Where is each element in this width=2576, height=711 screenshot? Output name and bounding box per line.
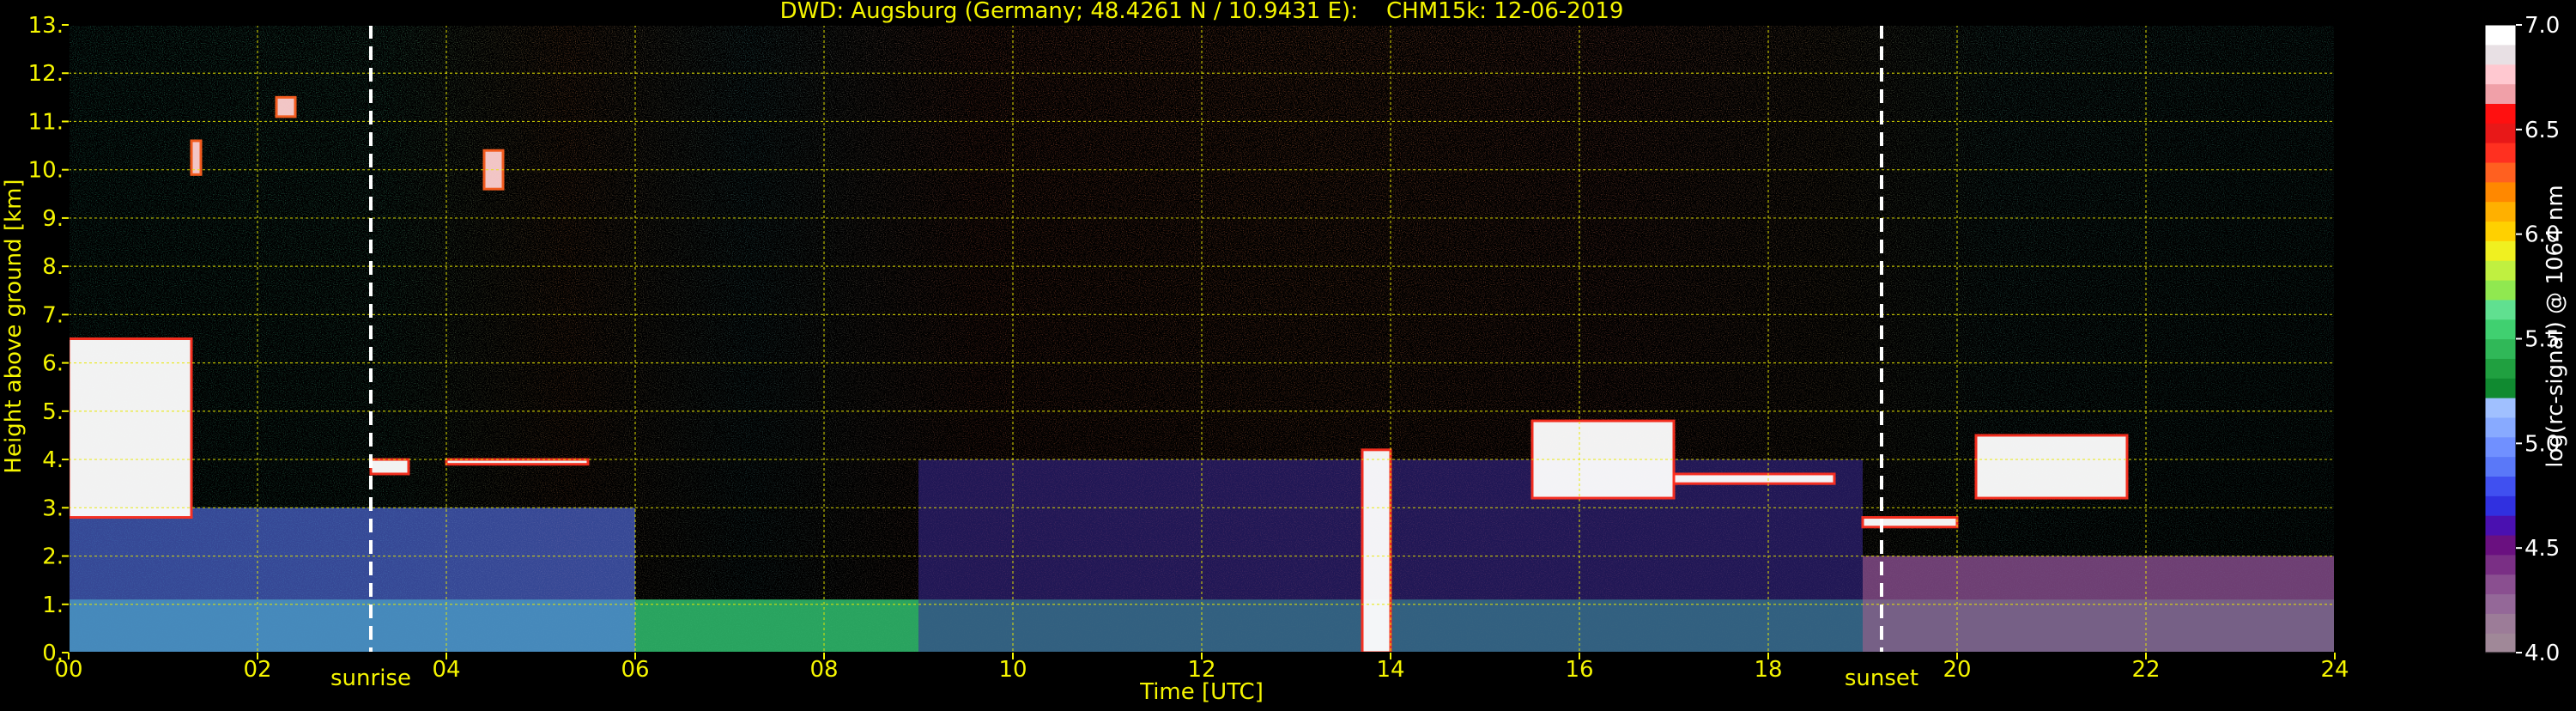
- x-tick-label: 16: [1565, 657, 1593, 683]
- y-tick-label: 7.: [42, 302, 64, 328]
- x-tick-label: 06: [621, 657, 649, 683]
- colorbar-segment: [2485, 515, 2516, 536]
- x-tick-label: 14: [1376, 657, 1404, 683]
- colorbar-segment: [2485, 338, 2516, 359]
- y-tick-label: 6.: [42, 351, 64, 377]
- y-tick-label: 2.: [42, 544, 64, 570]
- colorbar-segment: [2485, 221, 2516, 241]
- colorbar-segment: [2485, 319, 2516, 340]
- colorbar-segment: [2485, 378, 2516, 398]
- colorbar-segment: [2485, 161, 2516, 183]
- y-tick-label: 0.: [42, 641, 64, 666]
- colorbar-segment: [2485, 123, 2516, 143]
- x-tick-label: 20: [1943, 657, 1971, 683]
- x-tick-label: 24: [2320, 657, 2349, 683]
- layer-cloud-9: [1361, 448, 1392, 653]
- y-tick-label: 12.: [28, 61, 64, 87]
- y-tick-label: 11.: [28, 109, 64, 135]
- y-axis-label: Height above ground [km]: [1, 179, 27, 473]
- x-tick-label: 02: [243, 657, 271, 683]
- layer-cloud-5: [445, 458, 590, 466]
- colorbar-segment: [2485, 633, 2516, 653]
- colorbar-tick-label: 4.5: [2524, 536, 2560, 562]
- colorbar-segment: [2485, 456, 2516, 477]
- colorbar-segment: [2485, 25, 2516, 46]
- colorbar-segment: [2485, 103, 2516, 124]
- colorbar-segment: [2485, 554, 2516, 575]
- layer-cirrus-8: [275, 95, 297, 118]
- y-tick-label: 8.: [42, 254, 64, 280]
- colorbar-label: log(rc-signal) @ 1064 nm: [2543, 185, 2568, 467]
- colorbar-segment: [2485, 83, 2516, 104]
- layer-cloud-11: [1672, 472, 1836, 485]
- colorbar-segment: [2485, 398, 2516, 418]
- colorbar-segment: [2485, 495, 2516, 516]
- layer-cloud-13: [1974, 434, 2129, 500]
- colorbar-tick-label: 6.5: [2524, 118, 2560, 143]
- y-tick-label: 9.: [42, 206, 64, 232]
- y-tick-label: 3.: [42, 495, 64, 521]
- colorbar-segment: [2485, 299, 2516, 320]
- colorbar-segment: [2485, 279, 2516, 301]
- x-tick-label: 04: [432, 657, 460, 683]
- colorbar-segment: [2485, 201, 2516, 222]
- x-tick-label: 22: [2131, 657, 2160, 683]
- colorbar-tick-label: 7.0: [2524, 13, 2560, 39]
- y-tick-label: 4.: [42, 447, 64, 473]
- y-tick-label: 13.: [28, 13, 64, 39]
- colorbar-segment: [2485, 260, 2516, 281]
- colorbar-segment: [2485, 476, 2516, 496]
- x-tick-label: 08: [809, 657, 838, 683]
- colorbar-segment: [2485, 416, 2516, 438]
- y-tick-label: 1.: [42, 592, 64, 618]
- colorbar-segment: [2485, 574, 2516, 595]
- y-tick-label: 10.: [28, 158, 64, 184]
- colorbar-segment: [2485, 143, 2516, 163]
- layer-cloud-3: [69, 337, 193, 520]
- x-tick-label: 10: [998, 657, 1027, 683]
- colorbar-segment: [2485, 534, 2516, 556]
- y-tick-label: 5.: [42, 399, 64, 425]
- sunrise-label: sunrise: [330, 665, 411, 691]
- colorbar-segment: [2485, 436, 2516, 458]
- colorbar-segment: [2485, 593, 2516, 614]
- colorbar-segment: [2485, 613, 2516, 634]
- chart-root: sunrise sunset 00 02 04 06 08 10 12 14 16 18 20 22 24…: [0, 0, 2576, 708]
- colorbar-segment: [2485, 181, 2516, 203]
- colorbar-segment: [2485, 64, 2516, 85]
- colorbar-tick-label: 4.0: [2524, 641, 2560, 666]
- layer-cloud-12: [1861, 516, 1959, 529]
- x-axis-label: Time [UTC]: [1139, 679, 1264, 705]
- colorbar-segment: [2485, 44, 2516, 65]
- chart-title: DWD: Augsburg (Germany; 48.4261 N / 10.9…: [780, 0, 1624, 24]
- layer-cloud-4: [369, 458, 410, 476]
- layer-nocturnal_residual_layer-1: [69, 507, 635, 653]
- colorbar-segment: [2485, 358, 2516, 379]
- ceilometer-chart: sunrise sunset 00 02 04 06 08 10 12 14 16 18 20 22 24…: [1, 0, 2568, 705]
- colorbar-segment: [2485, 240, 2516, 261]
- sunset-label: sunset: [1845, 665, 1918, 691]
- x-tick-label: 18: [1754, 657, 1782, 683]
